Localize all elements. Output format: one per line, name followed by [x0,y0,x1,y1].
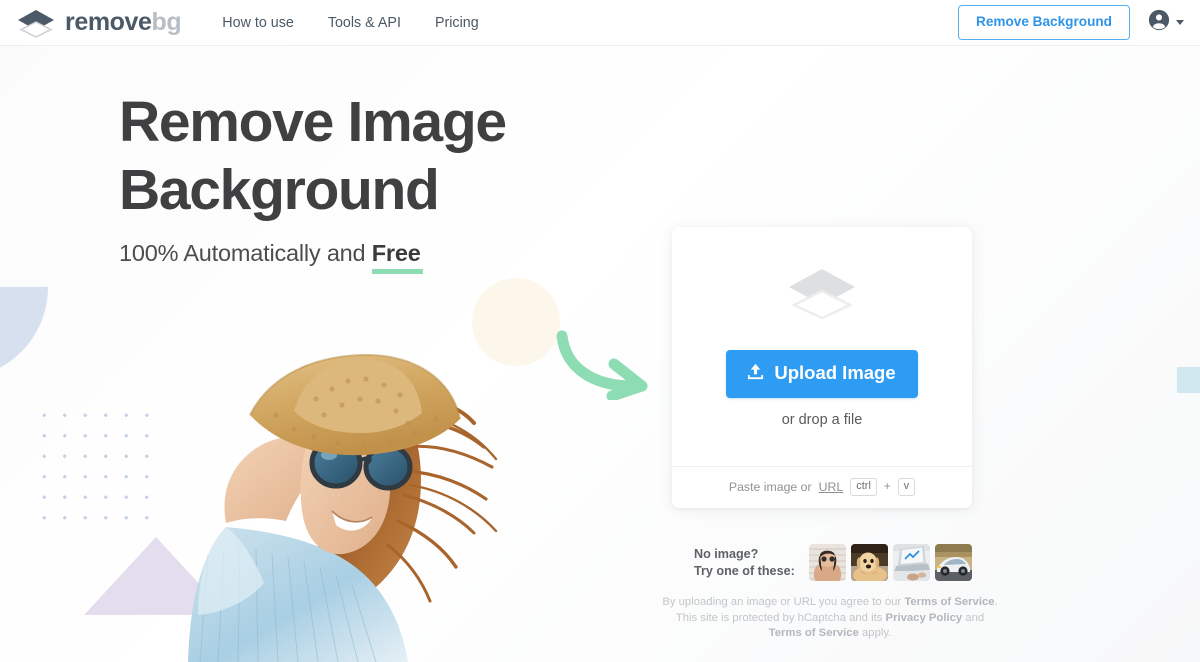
paste-url-link[interactable]: URL [819,480,844,494]
hero-copy: Remove Image Background 100% Automatical… [119,88,639,267]
page-root: removebg How to use Tools & API Pricing … [0,0,1200,662]
hero-title-line2: Background [119,158,439,222]
upload-image-button[interactable]: Upload Image [726,350,917,398]
terms-of-service-link-2[interactable]: Terms of Service [769,627,859,639]
logo-text-primary: remove [65,8,152,36]
hero-subtitle: 100% Automatically and Free [119,240,639,267]
account-circle-icon [1148,9,1170,36]
hero-photo [108,295,508,662]
page-title: Remove Image Background [119,88,639,224]
samples-label-line1: No image? [694,546,795,563]
sample-images-section: No image? Try one of these: [694,544,972,581]
decor-quarter-circle [0,287,48,379]
site-header: removebg How to use Tools & API Pricing … [0,0,1200,46]
paste-image-row: Paste image or URL ctrl + v [672,467,972,507]
kbd-v: v [898,478,916,496]
header-actions: Remove Background [958,5,1184,40]
hero-title-line1: Remove Image [119,90,506,154]
sample-thumb-dog[interactable] [851,544,888,581]
chevron-down-icon [1176,20,1184,25]
layers-placeholder-icon [786,265,858,326]
hero-subtitle-highlight: Free [372,240,421,267]
paste-prefix-text: Paste image or [729,480,812,494]
legal-part3: and [962,612,984,624]
account-menu[interactable] [1148,9,1184,36]
logo-text: removebg [65,10,181,35]
sample-thumb-laptop[interactable] [893,544,930,581]
decor-blue-square [1177,367,1200,393]
upload-dropzone-body[interactable]: Upload Image or drop a file [672,227,972,467]
hero-subtitle-prefix: 100% Automatically and [119,240,372,266]
kbd-ctrl: ctrl [850,478,877,496]
nav-how-to-use[interactable]: How to use [222,15,294,31]
curved-arrow-icon [556,330,652,400]
kbd-plus: + [884,481,891,493]
nav-tools-api[interactable]: Tools & API [328,15,401,31]
upload-dropzone[interactable]: Upload Image or drop a file Paste image … [672,227,972,508]
legal-part1: By uploading an image or URL you agree t… [662,596,904,608]
logo[interactable]: removebg [17,0,181,46]
upload-icon [746,362,765,385]
legal-part4: apply. [859,627,891,639]
upload-image-button-label: Upload Image [774,364,895,383]
samples-thumbnails [809,544,972,581]
drop-a-file-text: or drop a file [782,412,863,428]
sample-thumb-woman[interactable] [809,544,846,581]
sample-thumb-car[interactable] [935,544,972,581]
remove-background-button[interactable]: Remove Background [958,5,1130,40]
privacy-policy-link[interactable]: Privacy Policy [886,612,963,624]
layers-logo-icon [17,8,55,38]
terms-of-service-link-1[interactable]: Terms of Service [904,596,994,608]
legal-disclaimer: By uploading an image or URL you agree t… [660,595,1000,642]
logo-text-secondary: bg [152,8,182,36]
nav-pricing[interactable]: Pricing [435,15,479,31]
samples-label-line2: Try one of these: [694,563,795,580]
main-nav: How to use Tools & API Pricing [222,15,478,31]
samples-label: No image? Try one of these: [694,546,795,580]
